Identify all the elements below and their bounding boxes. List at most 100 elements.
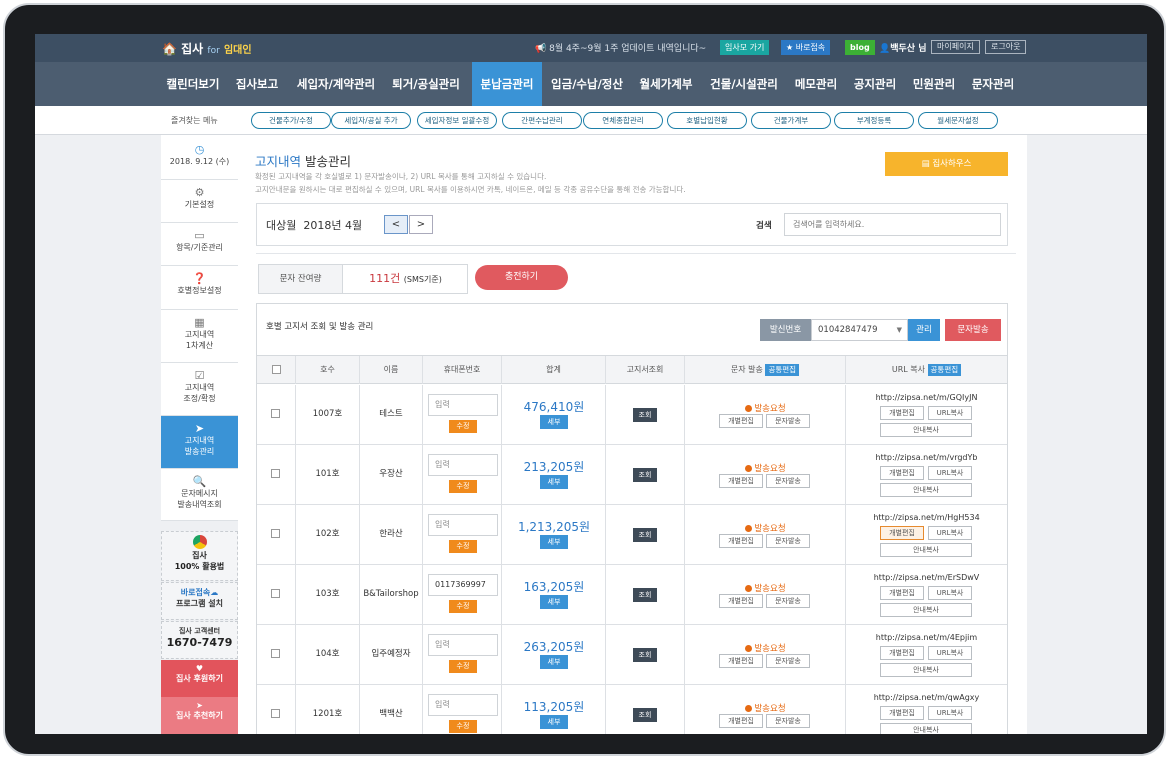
url-individual-edit-button[interactable]: 개별편집 bbox=[880, 586, 924, 600]
url-individual-edit-button[interactable]: 개별편집 bbox=[880, 526, 924, 540]
nav-notice[interactable]: 공지관리 bbox=[849, 62, 901, 106]
url-individual-edit-button[interactable]: 개별편집 bbox=[880, 466, 924, 480]
sms-individual-edit-button[interactable]: 개별편집 bbox=[719, 594, 763, 608]
mypage-button[interactable]: 마이페이지 bbox=[931, 40, 980, 54]
url-copy-button[interactable]: URL복사 bbox=[928, 646, 972, 660]
notice-view-button[interactable]: 조회 bbox=[633, 588, 657, 602]
guide-copy-button[interactable]: 안내복사 bbox=[880, 603, 972, 617]
guide-copy-button[interactable]: 안내복사 bbox=[880, 723, 972, 734]
url-copy-button[interactable]: URL복사 bbox=[928, 406, 972, 420]
row-checkbox[interactable] bbox=[271, 529, 280, 538]
nav-memo[interactable]: 메모관리 bbox=[790, 62, 842, 106]
url-individual-edit-button[interactable]: 개별편집 bbox=[880, 406, 924, 420]
notice-view-button[interactable]: 조회 bbox=[633, 648, 657, 662]
nav-ledger[interactable]: 월세가계부 bbox=[634, 62, 698, 106]
amount-detail-button[interactable]: 세부 bbox=[540, 715, 568, 729]
prev-month-button[interactable]: < bbox=[384, 215, 408, 234]
update-notice[interactable]: 📢 8월 4주~9월 1주 업데이트 내역입니다~ bbox=[535, 41, 706, 54]
notice-view-button[interactable]: 조회 bbox=[633, 408, 657, 422]
sidebar-item-basic-settings[interactable]: ⚙ 기본설정 bbox=[161, 180, 238, 223]
guide-copy-button[interactable]: 안내복사 bbox=[880, 663, 972, 677]
url-copy-button[interactable]: URL복사 bbox=[928, 706, 972, 720]
row-checkbox[interactable] bbox=[271, 589, 280, 598]
amount-detail-button[interactable]: 세부 bbox=[540, 655, 568, 669]
sms-individual-edit-button[interactable]: 개별편집 bbox=[719, 534, 763, 548]
guide-copy-button[interactable]: 안내복사 bbox=[880, 423, 972, 437]
url-copy-button[interactable]: URL복사 bbox=[928, 526, 972, 540]
nav-calendar[interactable]: 캘린더보기 bbox=[163, 62, 223, 106]
select-all-checkbox[interactable] bbox=[271, 365, 281, 374]
sms-individual-edit-button[interactable]: 개별편집 bbox=[719, 474, 763, 488]
phone-input[interactable]: 0117369997 bbox=[428, 574, 498, 596]
quick-building-edit[interactable]: 건물추가/수정 bbox=[251, 112, 331, 129]
sms-common-edit-button[interactable]: 공통편집 bbox=[765, 363, 800, 376]
amount-detail-button[interactable]: 세부 bbox=[540, 415, 568, 429]
sidebar-support-button[interactable]: ♥ 집사 후원하기 bbox=[161, 660, 238, 697]
sidebar-item-first-calc[interactable]: ▦ 고지내역 1차계산 bbox=[161, 310, 238, 363]
sms-send-button[interactable]: 문자발송 bbox=[766, 534, 810, 548]
quick-sms-setting[interactable]: 월세문자설정 bbox=[918, 112, 998, 129]
sms-send-button[interactable]: 문자발송 bbox=[766, 654, 810, 668]
sidebar-item-sms-history[interactable]: 🔍 문자메시지 발송내역조회 bbox=[161, 469, 238, 521]
phone-edit-button[interactable]: 수정 bbox=[449, 540, 477, 553]
phone-edit-button[interactable]: 수정 bbox=[449, 600, 477, 613]
url-copy-button[interactable]: URL복사 bbox=[928, 466, 972, 480]
phone-input[interactable]: 입력 bbox=[428, 514, 498, 536]
url-individual-edit-button[interactable]: 개별편집 bbox=[880, 706, 924, 720]
logout-button[interactable]: 로그아웃 bbox=[985, 40, 1027, 54]
nav-vacancy[interactable]: 퇴거/공실관리 bbox=[387, 62, 465, 106]
quick-access-button[interactable]: ★ 바로접속 bbox=[781, 40, 831, 55]
quick-tenant-add[interactable]: 세입자/공실 추가 bbox=[331, 112, 411, 129]
phone-edit-button[interactable]: 수정 bbox=[449, 660, 477, 673]
sms-send-button[interactable]: 문자발송 bbox=[766, 414, 810, 428]
sender-number-select[interactable]: 01042847479 ▼ bbox=[811, 319, 908, 341]
notice-view-button[interactable]: 조회 bbox=[633, 708, 657, 722]
nav-report[interactable]: 집사보고 bbox=[230, 62, 284, 106]
quick-tenant-bulk-edit[interactable]: 세입자정보 일괄수정 bbox=[417, 112, 497, 129]
sms-send-button[interactable]: 문자발송 bbox=[766, 474, 810, 488]
phone-input[interactable]: 입력 bbox=[428, 454, 498, 476]
quick-simple-payment[interactable]: 간편수납관리 bbox=[502, 112, 582, 129]
url-copy-button[interactable]: URL복사 bbox=[928, 586, 972, 600]
guide-copy-button[interactable]: 안내복사 bbox=[880, 483, 972, 497]
guide-copy-button[interactable]: 안내복사 bbox=[880, 543, 972, 557]
sidebar-promo-quick-install[interactable]: 바로접속☁ 프로그램 설치 bbox=[161, 582, 238, 620]
sms-send-button[interactable]: 문자발송 bbox=[766, 594, 810, 608]
phone-edit-button[interactable]: 수정 bbox=[449, 480, 477, 493]
sidebar-item-adjust[interactable]: ☑ 고지내역 조정/확정 bbox=[161, 363, 238, 416]
quick-overdue[interactable]: 연체종합관리 bbox=[583, 112, 663, 129]
phone-input[interactable]: 입력 bbox=[428, 694, 498, 716]
sms-individual-edit-button[interactable]: 개별편집 bbox=[719, 714, 763, 728]
search-input[interactable] bbox=[784, 213, 1001, 236]
row-checkbox[interactable] bbox=[271, 409, 280, 418]
notice-view-button[interactable]: 조회 bbox=[633, 468, 657, 482]
sidebar-item-criteria[interactable]: ▭ 항목/기준관리 bbox=[161, 223, 238, 266]
zipsa-house-button[interactable]: ▤ 집사하우스 bbox=[885, 152, 1008, 176]
nav-tenant[interactable]: 세입자/계약관리 bbox=[293, 62, 379, 106]
url-individual-edit-button[interactable]: 개별편집 bbox=[880, 646, 924, 660]
blog-button[interactable]: blog bbox=[845, 40, 875, 55]
phone-input[interactable]: 입력 bbox=[428, 394, 498, 416]
nav-deposit[interactable]: 입금/수납/정산 bbox=[547, 62, 627, 106]
quick-payment-status[interactable]: 호별납입현황 bbox=[667, 112, 747, 129]
nav-installment[interactable]: 분납금관리 bbox=[472, 62, 542, 106]
nav-sms[interactable]: 문자관리 bbox=[967, 62, 1019, 106]
row-checkbox[interactable] bbox=[271, 709, 280, 718]
amount-detail-button[interactable]: 세부 bbox=[540, 595, 568, 609]
phone-edit-button[interactable]: 수정 bbox=[449, 420, 477, 433]
quick-building-ledger[interactable]: 건물가계부 bbox=[751, 112, 831, 129]
notice-view-button[interactable]: 조회 bbox=[633, 528, 657, 542]
site-logo[interactable]: 🏠 집사 for 임대인 bbox=[162, 40, 252, 57]
quick-sub-account[interactable]: 부계정등록 bbox=[834, 112, 914, 129]
url-common-edit-button[interactable]: 공통편집 bbox=[927, 363, 962, 376]
phone-input[interactable]: 입력 bbox=[428, 634, 498, 656]
nav-complaint[interactable]: 민원관리 bbox=[908, 62, 960, 106]
row-checkbox[interactable] bbox=[271, 649, 280, 658]
sidebar-item-unit-info[interactable]: ❓ 호별정보설정 bbox=[161, 266, 238, 310]
next-month-button[interactable]: > bbox=[409, 215, 433, 234]
amount-detail-button[interactable]: 세부 bbox=[540, 475, 568, 489]
phone-edit-button[interactable]: 수정 bbox=[449, 720, 477, 733]
bulk-sms-send-button[interactable]: 문자발송 bbox=[945, 319, 1001, 341]
sidebar-promo-guide[interactable]: 집사 100% 활용법 bbox=[161, 531, 238, 581]
amount-detail-button[interactable]: 세부 bbox=[540, 535, 568, 549]
